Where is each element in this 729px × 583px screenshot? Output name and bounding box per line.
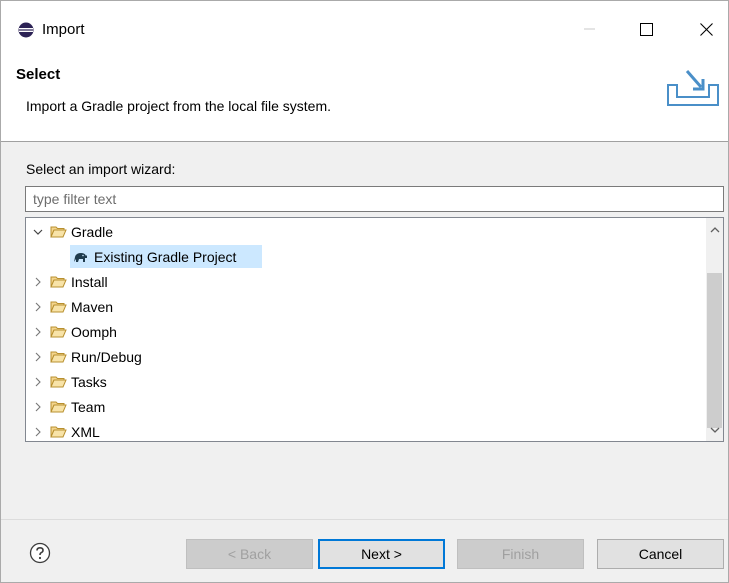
chevron-right-icon[interactable] <box>32 426 44 438</box>
tree-item-label: Gradle <box>71 223 114 240</box>
chevron-down-icon <box>710 427 719 433</box>
tree-item-label: XML <box>71 423 100 440</box>
folder-open-icon <box>50 401 67 412</box>
maximize-icon <box>639 22 653 36</box>
title-bar: Import <box>1 1 728 56</box>
import-wizard-icon <box>667 70 719 106</box>
wizard-header: Select Import a Gradle project from the … <box>1 56 728 142</box>
tree-item-label: Maven <box>71 298 114 315</box>
tree-scrollbar[interactable] <box>706 218 723 441</box>
chevron-right-icon[interactable] <box>32 376 44 388</box>
tree-item-label: Existing Gradle Project <box>94 248 237 265</box>
chevron-right-icon[interactable] <box>32 301 44 313</box>
select-wizard-label: Select an import wizard: <box>26 161 176 177</box>
scrollbar-thumb[interactable] <box>707 273 722 428</box>
chevron-right-icon[interactable] <box>32 326 44 338</box>
window-title: Import <box>42 21 85 38</box>
tree-item-label: Run/Debug <box>71 348 142 365</box>
tree-item-team[interactable]: Team <box>32 394 105 419</box>
wizard-tree[interactable]: Gradle Existing Gradle Project Install M… <box>25 217 724 442</box>
minimize-icon <box>584 28 595 30</box>
scroll-down-button[interactable] <box>706 421 723 438</box>
back-button[interactable]: < Back <box>186 539 313 569</box>
finish-button[interactable]: Finish <box>457 539 584 569</box>
folder-open-icon <box>50 426 67 437</box>
folder-open-icon <box>50 376 67 387</box>
eclipse-icon <box>18 22 34 38</box>
cancel-button[interactable]: Cancel <box>597 539 724 569</box>
chevron-right-icon[interactable] <box>32 351 44 363</box>
page-title: Select <box>16 66 61 83</box>
scroll-up-button[interactable] <box>706 221 723 238</box>
folder-open-icon <box>50 226 67 237</box>
folder-open-icon <box>50 351 67 362</box>
gradle-elephant-icon <box>74 252 87 262</box>
tree-item-oomph[interactable]: Oomph <box>32 319 117 344</box>
tree-item-existing-gradle-project[interactable]: Existing Gradle Project <box>72 244 236 269</box>
page-description: Import a Gradle project from the local f… <box>26 98 331 114</box>
footer-divider <box>1 519 728 520</box>
minimize-button[interactable] <box>567 9 613 49</box>
close-button[interactable] <box>683 9 729 49</box>
tree-item-label: Team <box>71 398 106 415</box>
chevron-down-icon[interactable] <box>32 226 44 238</box>
tree-item-xml[interactable]: XML <box>32 419 100 441</box>
folder-open-icon <box>50 326 67 337</box>
chevron-right-icon[interactable] <box>32 276 44 288</box>
close-icon <box>699 22 713 36</box>
filter-input[interactable] <box>25 186 724 212</box>
tree-item-label: Tasks <box>71 373 107 390</box>
chevron-up-icon <box>710 226 719 232</box>
folder-open-icon <box>50 276 67 287</box>
folder-open-icon <box>50 301 67 312</box>
tree-item-gradle[interactable]: Gradle <box>32 219 113 244</box>
chevron-right-icon[interactable] <box>32 401 44 413</box>
maximize-button[interactable] <box>623 9 669 49</box>
import-dialog: Import Select Import a Gradle project fr… <box>0 0 729 583</box>
help-icon[interactable] <box>29 542 51 564</box>
next-button[interactable]: Next > <box>318 539 445 569</box>
tree-item-label: Oomph <box>71 323 117 340</box>
tree-item-label: Install <box>71 273 108 290</box>
tree-item-maven[interactable]: Maven <box>32 294 113 319</box>
tree-item-install[interactable]: Install <box>32 269 108 294</box>
tree-item-tasks[interactable]: Tasks <box>32 369 107 394</box>
tree-item-run-debug[interactable]: Run/Debug <box>32 344 142 369</box>
